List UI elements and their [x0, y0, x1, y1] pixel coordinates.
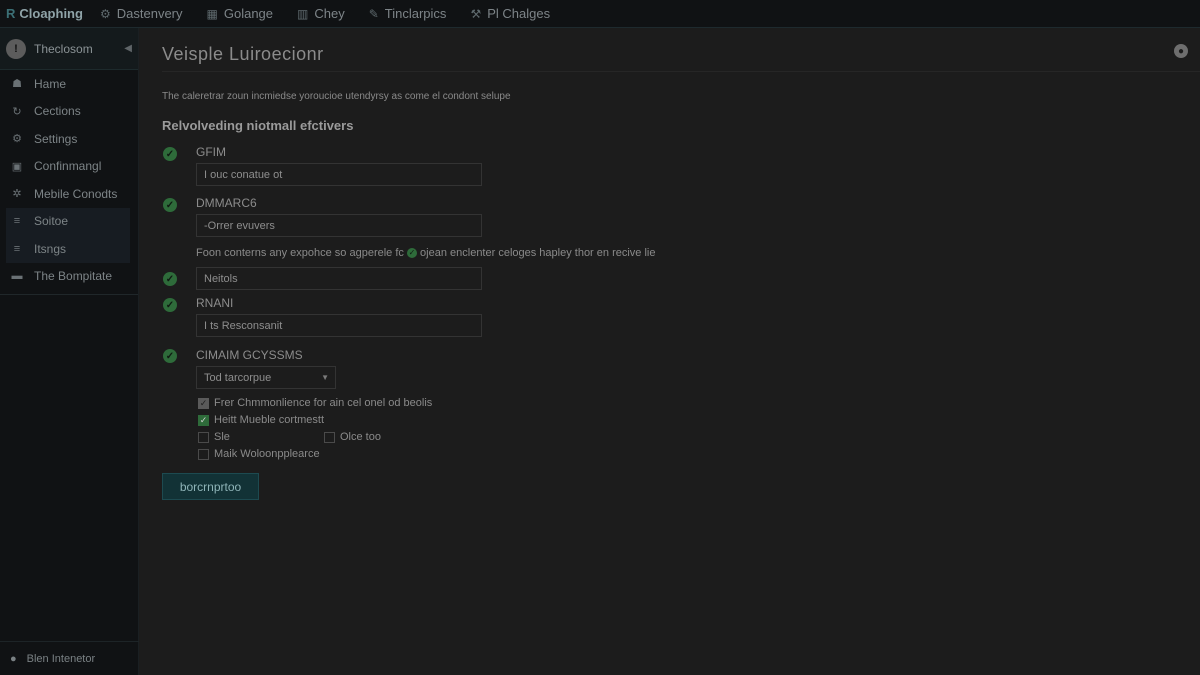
sidebar-divider — [0, 294, 138, 295]
checkbox-row[interactable]: ✓ Heitt Mueble cortmestt — [198, 414, 324, 426]
chat-icon: ● — [10, 652, 17, 665]
title-divider — [162, 71, 1200, 72]
checkbox-row[interactable]: ✓ Frer Chmmonlience for ain cel onel od … — [198, 397, 432, 409]
nav-item-label: Golange — [223, 6, 274, 21]
check-circle-icon: ✓ — [163, 198, 177, 212]
nav-item-label: Tinclarpics — [384, 6, 447, 21]
brand-name: Cloaphing — [19, 6, 83, 21]
sidebar-item-label: Cections — [34, 104, 81, 119]
note-text-before: Foon conterns any expohce so agperele fc — [196, 247, 404, 259]
sidebar-list: ☗ Hame ↻ Cections ⚙ Settings ▣ Confinman… — [0, 70, 138, 295]
brand-logo-icon: R — [6, 6, 16, 21]
nav-item-label: Pl Chalges — [487, 6, 551, 21]
top-nav: R Cloaphing ⚙ Dastenvery ▦ Golange ▥ Che… — [0, 0, 1200, 28]
main-content: Veisple Luiroecionr ● The caleretrar zou… — [140, 28, 1200, 675]
submit-button[interactable]: borcrnprtoo — [162, 473, 259, 500]
check-circle-icon: ✓ — [163, 349, 177, 363]
field-label-rnani: RNANI — [196, 296, 234, 310]
check-circle-icon: ✓ — [163, 272, 177, 286]
checkbox-sle[interactable] — [198, 431, 209, 443]
sidebar-item-label: Confinmangl — [34, 159, 102, 174]
gear-icon: ⚙ — [12, 133, 22, 146]
sidebar-header-label: Theclosom — [34, 41, 93, 56]
tools-icon: ⚒ — [470, 6, 482, 21]
brand[interactable]: R Cloaphing — [0, 6, 95, 21]
checkbox-label: Olce too — [340, 431, 381, 443]
checkbox-olce-too[interactable] — [324, 431, 335, 443]
list-icon: ≡ — [13, 242, 21, 255]
sidebar-footer-label: Blen Intenetor — [26, 652, 96, 665]
field-label-dmmarc: DMMARC6 — [196, 196, 257, 210]
sidebar-item-settings[interactable]: ⚙ Settings — [0, 125, 138, 153]
sidebar-footer[interactable]: ● Blen Intenetor — [0, 641, 139, 675]
chart-icon: ▥ — [297, 6, 309, 21]
sidebar-item-itsngs[interactable]: ≡ Itsngs — [6, 235, 130, 263]
section-heading: Relvolveding niotmall efctivers — [162, 118, 354, 133]
select-label: CIMAIM GCYSSMS — [196, 348, 303, 362]
check-circle-icon: ✓ — [406, 248, 417, 259]
nav-item-label: Chey — [314, 6, 345, 21]
sidebar-item-cections[interactable]: ↻ Cections — [0, 98, 138, 126]
lock-icon: ▣ — [11, 160, 23, 173]
sidebar-header[interactable]: ! Theclosom ◀ — [0, 28, 138, 70]
chevron-left-icon[interactable]: ◀ — [124, 43, 132, 54]
network-icon: ✲ — [12, 188, 22, 201]
cimaim-select[interactable]: Tod tarcorpue ▼ — [196, 366, 336, 389]
sidebar-item-label: Mebile Conodts — [34, 186, 118, 201]
sidebar-item-label: Itsngs — [34, 241, 67, 256]
nav-item-golange[interactable]: ▦ Golange — [207, 6, 274, 21]
settings-icon: ⚙ — [100, 6, 111, 21]
nav-item-dastenvery[interactable]: ⚙ Dastenvery — [100, 6, 183, 21]
gfim-input[interactable]: I ouc conatue ot — [196, 163, 482, 186]
checkbox-label: Sle — [214, 431, 230, 443]
page-title: Veisple Luiroecionr — [162, 44, 324, 64]
note-text-after: ojean enclenter celoges hapley thor en r… — [420, 247, 656, 259]
checkbox-label: Maik Woloonpplearce — [214, 448, 320, 460]
nav-item-pl-chalges[interactable]: ⚒ Pl Chalges — [470, 6, 550, 21]
checkbox-row[interactable]: Maik Woloonpplearce — [198, 448, 320, 460]
sidebar-item-hame[interactable]: ☗ Hame — [0, 70, 138, 98]
field-label-gfim: GFIM — [196, 145, 226, 159]
check-circle-icon: ✓ — [163, 147, 177, 161]
sidebar-item-label: Hame — [34, 76, 67, 91]
checkbox-chmmonlience[interactable]: ✓ — [198, 397, 209, 409]
checkbox-row[interactable]: Sle — [198, 431, 230, 443]
checkbox-row[interactable]: Olce too — [324, 431, 381, 443]
check-circle-icon: ✓ — [163, 298, 177, 312]
sidebar-item-label: Settings — [34, 131, 78, 146]
dmmarc-input[interactable]: -Orrer evuvers — [196, 214, 482, 237]
field-note: Foon conterns any expohce so agperele fc… — [196, 247, 655, 259]
grid-icon: ▦ — [206, 6, 218, 21]
folder-icon: ▬ — [11, 270, 23, 283]
checkbox-maik[interactable] — [198, 448, 209, 460]
sidebar-item-mebile-conodts[interactable]: ✲ Mebile Conodts — [0, 180, 138, 208]
users-icon: ☗ — [12, 78, 22, 91]
checkbox-label: Heitt Mueble cortmestt — [214, 414, 325, 426]
page-description: The caleretrar zoun incmiedse yoroucioe … — [162, 91, 511, 102]
sidebar: ! Theclosom ◀ ☗ Hame ↻ Cections ⚙ Settin… — [0, 28, 139, 675]
brush-icon: ✎ — [368, 6, 379, 21]
select-value: Tod tarcorpue — [204, 371, 272, 384]
alert-icon: ! — [6, 38, 26, 59]
sidebar-item-label: The Bompitate — [34, 269, 113, 284]
neitols-input[interactable]: Neitols — [196, 267, 482, 290]
checkbox-label: Frer Chmmonlience for ain cel onel od be… — [214, 397, 433, 409]
rnani-input[interactable]: I ts Resconsanit — [196, 314, 482, 337]
refresh-icon: ↻ — [12, 105, 22, 118]
nav-item-tinclarpics[interactable]: ✎ Tinclarpics — [369, 6, 447, 21]
list-icon: ≡ — [13, 215, 21, 228]
sidebar-item-label: Soitoe — [34, 214, 69, 229]
nav-item-chey[interactable]: ▥ Chey — [297, 6, 345, 21]
sidebar-item-the-bompitate[interactable]: ▬ The Bompitate — [0, 263, 138, 291]
checkbox-heitt-mueble[interactable]: ✓ — [198, 414, 209, 426]
info-icon[interactable]: ● — [1174, 44, 1188, 58]
sidebar-item-confinmangl[interactable]: ▣ Confinmangl — [0, 153, 138, 181]
chevron-down-icon: ▼ — [321, 373, 329, 382]
nav-item-label: Dastenvery — [116, 6, 183, 21]
sidebar-item-soitoe[interactable]: ≡ Soitoe — [6, 207, 130, 235]
